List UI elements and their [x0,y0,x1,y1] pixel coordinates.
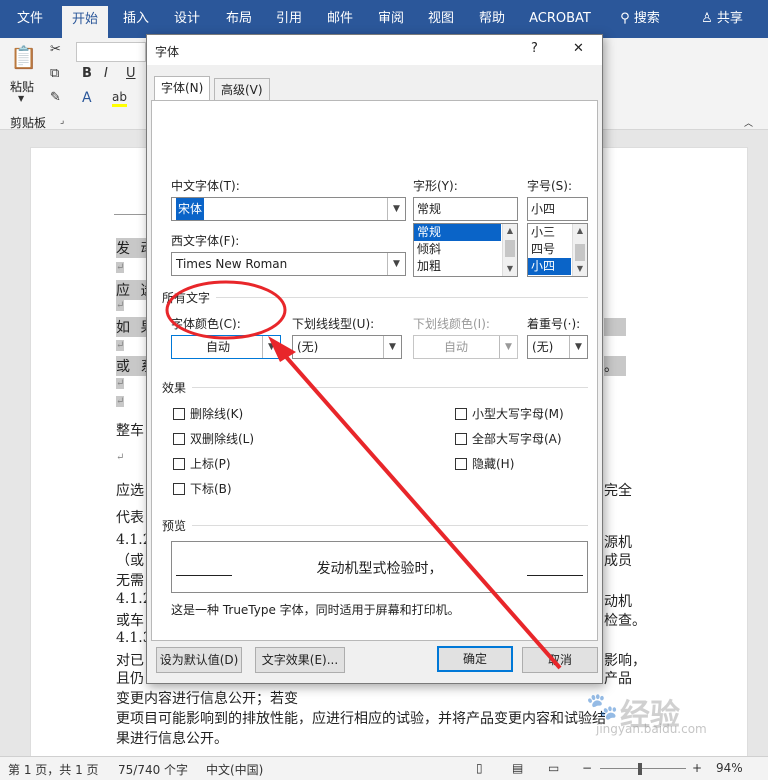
annotation-arrow-shaft [278,348,562,670]
annotation-circle [165,280,287,340]
annotation-arrow-head [268,336,296,362]
annotation-overlay [165,280,562,670]
